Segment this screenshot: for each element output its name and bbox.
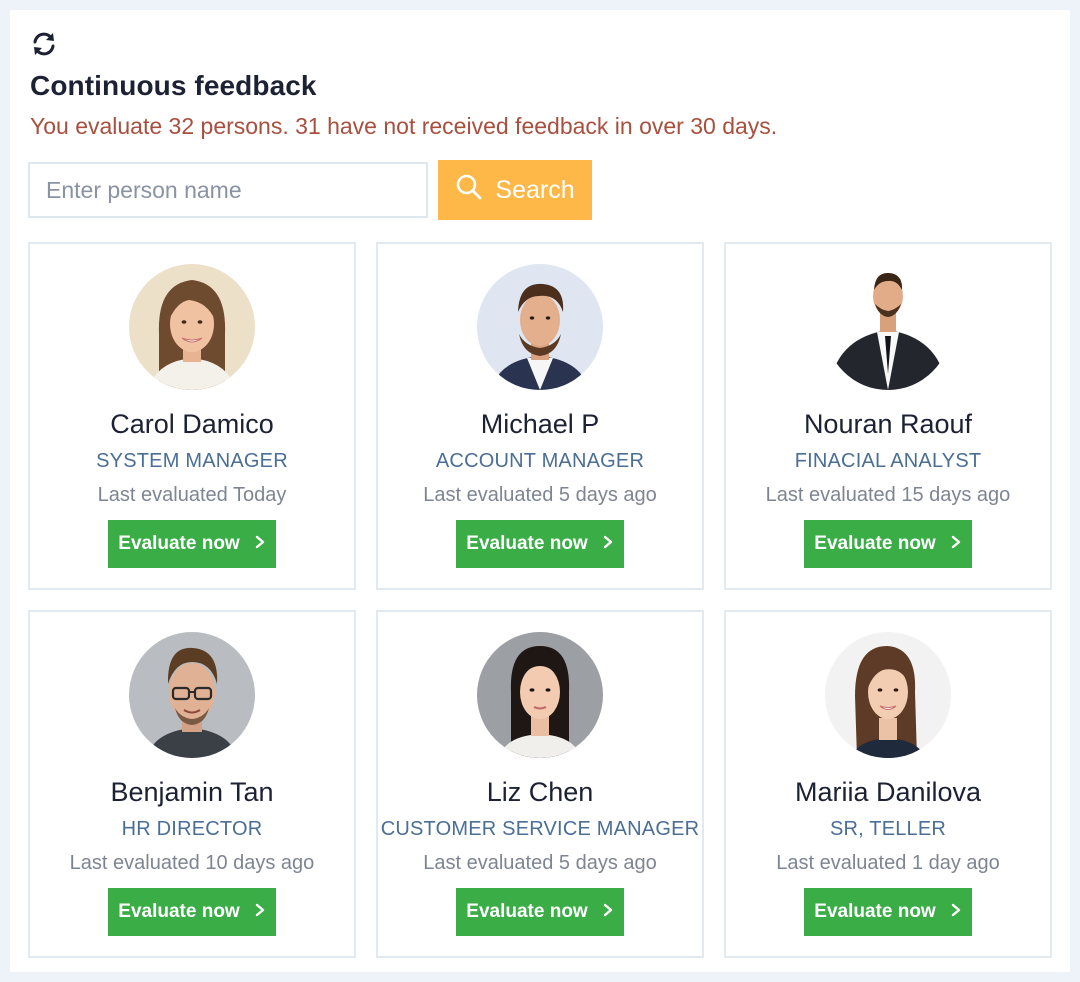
evaluate-button-label: Evaluate now (814, 901, 936, 922)
last-evaluated: Last evaluated Today (97, 484, 287, 506)
last-evaluated: Last evaluated 15 days ago (765, 484, 1011, 506)
chevron-right-icon (602, 901, 614, 923)
evaluate-now-button[interactable]: Evaluate now (456, 888, 624, 936)
person-name: Michael P (480, 409, 600, 439)
avatar (129, 264, 255, 390)
search-button-label: Search (495, 175, 575, 204)
person-role: SR, TELLER (829, 818, 947, 840)
chevron-right-icon (950, 901, 962, 923)
last-evaluated: Last evaluated 5 days ago (423, 852, 657, 874)
evaluate-button-label: Evaluate now (118, 533, 240, 554)
evaluate-now-button[interactable]: Evaluate now (456, 520, 624, 568)
refresh-icon[interactable] (30, 30, 58, 58)
search-button[interactable]: Search (438, 160, 592, 220)
avatar (825, 632, 951, 758)
avatar (129, 632, 255, 758)
person-role: ACCOUNT MANAGER (435, 450, 645, 472)
feedback-panel: Continuous feedback You evaluate 32 pers… (10, 10, 1070, 972)
person-card: Benjamin Tan HR DIRECTOR Last evaluated … (28, 610, 356, 958)
avatar (477, 264, 603, 390)
chevron-right-icon (254, 901, 266, 923)
evaluate-now-button[interactable]: Evaluate now (804, 888, 972, 936)
person-card: Michael P ACCOUNT MANAGER Last evaluated… (376, 242, 704, 590)
evaluate-button-label: Evaluate now (814, 533, 936, 554)
feedback-summary: You evaluate 32 persons. 31 have not rec… (30, 113, 778, 139)
avatar (825, 264, 951, 390)
evaluate-button-label: Evaluate now (466, 533, 588, 554)
chevron-right-icon (254, 533, 266, 555)
person-card: Mariia Danilova SR, TELLER Last evaluate… (724, 610, 1052, 958)
person-name: Carol Damico (110, 409, 274, 439)
person-name: Nouran Raouf (803, 409, 973, 439)
last-evaluated: Last evaluated 5 days ago (423, 484, 657, 506)
last-evaluated: Last evaluated 1 day ago (776, 852, 1000, 874)
person-role: SYSTEM MANAGER (96, 450, 288, 472)
person-role: CUSTOMER SERVICE MANAGER (380, 818, 700, 840)
person-role: HR DIRECTOR (121, 818, 263, 840)
person-card: Liz Chen CUSTOMER SERVICE MANAGER Last e… (376, 610, 704, 958)
evaluate-now-button[interactable]: Evaluate now (108, 520, 276, 568)
search-icon (455, 173, 483, 208)
person-name: Benjamin Tan (110, 777, 274, 807)
page-title: Continuous feedback (30, 70, 317, 101)
person-role: FINACIAL ANALYST (794, 450, 982, 472)
search-input[interactable] (28, 162, 428, 218)
chevron-right-icon (602, 533, 614, 555)
person-card: Carol Damico SYSTEM MANAGER Last evaluat… (28, 242, 356, 590)
evaluate-button-label: Evaluate now (466, 901, 588, 922)
avatar (477, 632, 603, 758)
person-card: Nouran Raouf FINACIAL ANALYST Last evalu… (724, 242, 1052, 590)
evaluate-now-button[interactable]: Evaluate now (804, 520, 972, 568)
person-name: Liz Chen (486, 777, 594, 807)
evaluate-now-button[interactable]: Evaluate now (108, 888, 276, 936)
person-name: Mariia Danilova (794, 777, 982, 807)
chevron-right-icon (950, 533, 962, 555)
people-grid: Carol Damico SYSTEM MANAGER Last evaluat… (28, 242, 1052, 958)
evaluate-button-label: Evaluate now (118, 901, 240, 922)
last-evaluated: Last evaluated 10 days ago (69, 852, 315, 874)
